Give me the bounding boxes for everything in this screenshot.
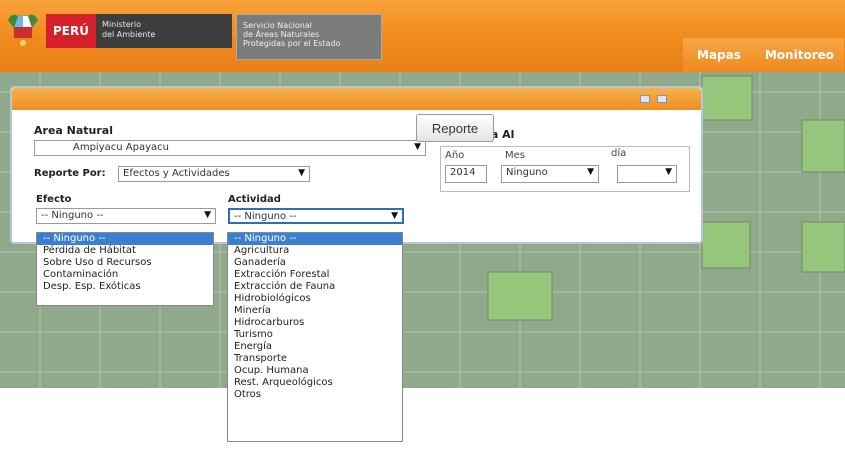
chevron-down-icon: ▼ (414, 142, 421, 152)
chevron-down-icon: ▼ (391, 211, 398, 221)
area-natural-label: Area Natural (34, 124, 113, 137)
chevron-down-icon: ▼ (204, 210, 211, 220)
reporte-button-label: Reporte (431, 120, 479, 136)
main-nav: Mapas Monitoreo (683, 38, 844, 72)
efecto-option[interactable]: Contaminación (37, 269, 213, 281)
mes-label: Mes (505, 150, 525, 161)
ministerio-line2: del Ambiente (102, 30, 156, 39)
reporte-button[interactable]: Reporte (416, 114, 494, 142)
efecto-select[interactable]: -- Ninguno -- ▼ (36, 208, 216, 224)
efecto-option[interactable]: Pérdida de Hábitat (37, 245, 213, 257)
ministerio-logo: Ministerio del Ambiente (96, 14, 232, 48)
efecto-dropdown-list: -- Ninguno -- Pérdida de Hábitat Sobre U… (36, 232, 214, 306)
sernanp-line1: Servicio Nacional (243, 21, 312, 30)
panel-titlebar (12, 88, 701, 110)
actividad-option[interactable]: Extracción Forestal (228, 269, 402, 281)
sernanp-line3: Protegidas por el Estado (243, 39, 341, 48)
reporte-por-value: Efectos y Actividades (123, 168, 230, 179)
actividad-value: -- Ninguno -- (234, 211, 297, 222)
actividad-option[interactable]: Energía (228, 341, 402, 353)
dia-select[interactable]: ▼ (617, 165, 677, 183)
reporte-por-label: Reporte Por: (34, 168, 106, 179)
mes-value: Ninguno (506, 167, 548, 178)
sernanp-line2: de Áreas Naturales (243, 30, 320, 39)
actividad-option[interactable]: Hidrobiológicos (228, 293, 402, 305)
chevron-down-icon: ▼ (587, 167, 594, 177)
minimize-icon[interactable] (640, 95, 650, 103)
sernanp-logo: Servicio Nacional de Áreas Naturales Pro… (236, 14, 382, 60)
fecha-group: Año Mes día 2014 Ninguno ▼ ▼ (440, 146, 690, 192)
tab-monitoreo[interactable]: Monitoreo (750, 38, 844, 72)
ministerio-line1: Ministerio (102, 20, 142, 29)
area-natural-select[interactable]: Ampiyacu Apayacu ▼ (34, 140, 426, 156)
maximize-icon[interactable] (657, 95, 667, 103)
reporte-por-select[interactable]: Efectos y Actividades ▼ (118, 166, 310, 182)
actividad-option[interactable]: -- Ninguno -- (228, 233, 402, 245)
actividad-option[interactable]: Minería (228, 305, 402, 317)
actividad-option[interactable]: Extracción de Fauna (228, 281, 402, 293)
actividad-option[interactable]: Ganadería (228, 257, 402, 269)
anio-label: Año (445, 150, 465, 161)
anio-value: 2014 (450, 167, 476, 178)
chevron-down-icon: ▼ (665, 167, 672, 177)
peru-label: PERÚ (53, 24, 89, 38)
header-bar: PERÚ Ministerio del Ambiente Servicio Na… (0, 0, 845, 72)
actividad-option[interactable]: Rest. Arqueológicos (228, 377, 402, 389)
actividad-select[interactable]: -- Ninguno -- ▼ (228, 208, 404, 224)
efecto-option[interactable]: Sobre Uso d Recursos (37, 257, 213, 269)
efecto-label: Efecto (36, 194, 72, 205)
peru-badge: PERÚ (46, 14, 96, 48)
efecto-option[interactable]: -- Ninguno -- (37, 233, 213, 245)
actividad-label: Actividad (228, 194, 281, 205)
actividad-option[interactable]: Turismo (228, 329, 402, 341)
actividad-option[interactable]: Transporte (228, 353, 402, 365)
actividad-option[interactable]: Ocup. Humana (228, 365, 402, 377)
actividad-option[interactable]: Agricultura (228, 245, 402, 257)
efecto-option[interactable]: Desp. Esp. Exóticas (37, 281, 213, 293)
actividad-option[interactable]: Otros (228, 389, 402, 401)
chevron-down-icon: ▼ (298, 168, 305, 178)
peru-coat-of-arms-icon (8, 14, 38, 46)
area-natural-value: Ampiyacu Apayacu (73, 142, 169, 153)
mes-select[interactable]: Ninguno ▼ (501, 165, 599, 183)
tab-mapas[interactable]: Mapas (683, 38, 751, 72)
report-panel: Area Natural Ampiyacu Apayacu ▼ Reporte … (10, 86, 703, 244)
efecto-value: -- Ninguno -- (41, 210, 104, 221)
anio-input[interactable]: 2014 (445, 165, 487, 183)
actividad-dropdown-list: -- Ninguno -- Agricultura Ganadería Extr… (227, 232, 403, 442)
actividad-option[interactable]: Hidrocarburos (228, 317, 402, 329)
dia-label: día (611, 148, 627, 159)
